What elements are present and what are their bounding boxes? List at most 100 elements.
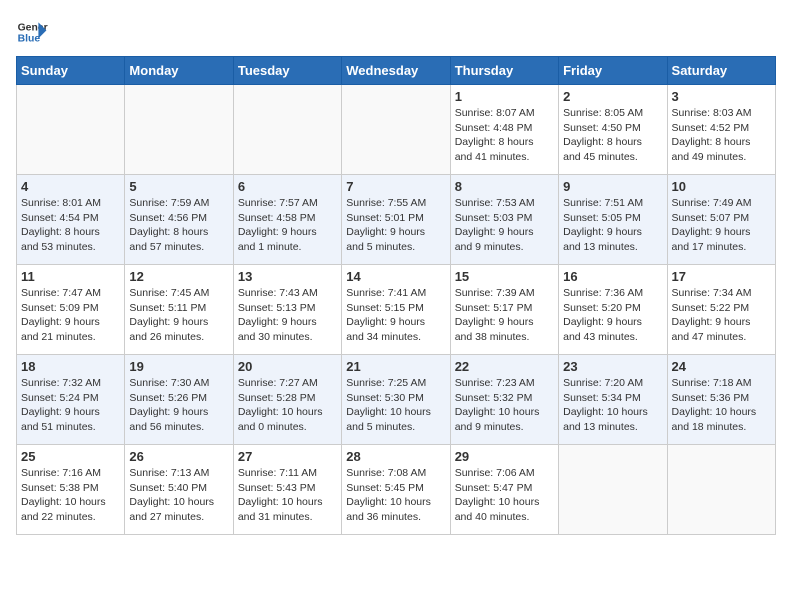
- day-info: Sunrise: 7:27 AM Sunset: 5:28 PM Dayligh…: [238, 376, 337, 435]
- day-number: 28: [346, 449, 445, 464]
- day-info: Sunrise: 7:30 AM Sunset: 5:26 PM Dayligh…: [129, 376, 228, 435]
- calendar-cell: 8 Sunrise: 7:53 AM Sunset: 5:03 PM Daylig…: [450, 175, 558, 265]
- day-info: Sunrise: 7:55 AM Sunset: 5:01 PM Dayligh…: [346, 196, 445, 255]
- day-info: Sunrise: 7:16 AM Sunset: 5:38 PM Dayligh…: [21, 466, 120, 525]
- calendar-cell: 29 Sunrise: 7:06 AM Sunset: 5:47 PM Dayli…: [450, 445, 558, 535]
- calendar-cell: 17 Sunrise: 7:34 AM Sunset: 5:22 PM Dayli…: [667, 265, 775, 355]
- day-number: 26: [129, 449, 228, 464]
- calendar-cell: 18 Sunrise: 7:32 AM Sunset: 5:24 PM Dayli…: [17, 355, 125, 445]
- day-number: 4: [21, 179, 120, 194]
- calendar-cell: 28 Sunrise: 7:08 AM Sunset: 5:45 PM Dayli…: [342, 445, 450, 535]
- logo-icon: General Blue: [16, 16, 48, 48]
- day-number: 23: [563, 359, 662, 374]
- calendar-cell: 20 Sunrise: 7:27 AM Sunset: 5:28 PM Dayli…: [233, 355, 341, 445]
- day-info: Sunrise: 7:13 AM Sunset: 5:40 PM Dayligh…: [129, 466, 228, 525]
- day-number: 7: [346, 179, 445, 194]
- calendar-cell: 5 Sunrise: 7:59 AM Sunset: 4:56 PM Daylig…: [125, 175, 233, 265]
- calendar-cell: [667, 445, 775, 535]
- day-number: 3: [672, 89, 771, 104]
- day-number: 15: [455, 269, 554, 284]
- day-info: Sunrise: 7:06 AM Sunset: 5:47 PM Dayligh…: [455, 466, 554, 525]
- weekday-header: Wednesday: [342, 57, 450, 85]
- calendar-cell: 27Sunrise: 7:11 AM Sunset: 5:43 PM Dayli…: [233, 445, 341, 535]
- day-info: Sunrise: 7:39 AM Sunset: 5:17 PM Dayligh…: [455, 286, 554, 345]
- logo: General Blue: [16, 16, 48, 48]
- calendar-cell: 19Sunrise: 7:30 AM Sunset: 5:26 PM Dayli…: [125, 355, 233, 445]
- calendar-cell: 24Sunrise: 7:18 AM Sunset: 5:36 PM Dayli…: [667, 355, 775, 445]
- day-info: Sunrise: 7:23 AM Sunset: 5:32 PM Dayligh…: [455, 376, 554, 435]
- day-info: Sunrise: 7:43 AM Sunset: 5:13 PM Dayligh…: [238, 286, 337, 345]
- calendar-cell: [559, 445, 667, 535]
- day-number: 5: [129, 179, 228, 194]
- calendar-table: SundayMondayTuesdayWednesdayThursdayFrid…: [16, 56, 776, 535]
- day-info: Sunrise: 8:05 AM Sunset: 4:50 PM Dayligh…: [563, 106, 662, 165]
- calendar-cell: [125, 85, 233, 175]
- calendar-cell: 22 Sunrise: 7:23 AM Sunset: 5:32 PM Dayli…: [450, 355, 558, 445]
- day-info: Sunrise: 7:53 AM Sunset: 5:03 PM Dayligh…: [455, 196, 554, 255]
- calendar-week-row: 25 Sunrise: 7:16 AM Sunset: 5:38 PM Dayli…: [17, 445, 776, 535]
- calendar-week-row: 1 Sunrise: 8:07 AM Sunset: 4:48 PM Daylig…: [17, 85, 776, 175]
- calendar-cell: 4Sunrise: 8:01 AM Sunset: 4:54 PM Daylig…: [17, 175, 125, 265]
- day-number: 14: [346, 269, 445, 284]
- day-number: 8: [455, 179, 554, 194]
- calendar-cell: 10 Sunrise: 7:49 AM Sunset: 5:07 PM Dayli…: [667, 175, 775, 265]
- day-number: 22: [455, 359, 554, 374]
- day-number: 11: [21, 269, 120, 284]
- weekday-header: Sunday: [17, 57, 125, 85]
- calendar-cell: 11 Sunrise: 7:47 AM Sunset: 5:09 PM Dayli…: [17, 265, 125, 355]
- day-info: Sunrise: 7:59 AM Sunset: 4:56 PM Dayligh…: [129, 196, 228, 255]
- day-number: 16: [563, 269, 662, 284]
- day-number: 27: [238, 449, 337, 464]
- calendar-cell: 12 Sunrise: 7:45 AM Sunset: 5:11 PM Dayli…: [125, 265, 233, 355]
- day-number: 13: [238, 269, 337, 284]
- day-number: 21: [346, 359, 445, 374]
- day-info: Sunrise: 7:32 AM Sunset: 5:24 PM Dayligh…: [21, 376, 120, 435]
- calendar-cell: 6 Sunrise: 7:57 AM Sunset: 4:58 PM Daylig…: [233, 175, 341, 265]
- day-info: Sunrise: 7:41 AM Sunset: 5:15 PM Dayligh…: [346, 286, 445, 345]
- day-info: Sunrise: 7:20 AM Sunset: 5:34 PM Dayligh…: [563, 376, 662, 435]
- day-info: Sunrise: 7:34 AM Sunset: 5:22 PM Dayligh…: [672, 286, 771, 345]
- page-header: General Blue: [16, 16, 776, 48]
- calendar-cell: 14 Sunrise: 7:41 AM Sunset: 5:15 PM Dayli…: [342, 265, 450, 355]
- weekday-header: Saturday: [667, 57, 775, 85]
- day-number: 6: [238, 179, 337, 194]
- calendar-cell: 15 Sunrise: 7:39 AM Sunset: 5:17 PM Dayli…: [450, 265, 558, 355]
- day-number: 25: [21, 449, 120, 464]
- day-number: 17: [672, 269, 771, 284]
- calendar-cell: 7 Sunrise: 7:55 AM Sunset: 5:01 PM Daylig…: [342, 175, 450, 265]
- calendar-week-row: 11 Sunrise: 7:47 AM Sunset: 5:09 PM Dayli…: [17, 265, 776, 355]
- day-number: 18: [21, 359, 120, 374]
- weekday-header: Thursday: [450, 57, 558, 85]
- calendar-cell: [233, 85, 341, 175]
- day-number: 10: [672, 179, 771, 194]
- weekday-header: Friday: [559, 57, 667, 85]
- day-info: Sunrise: 8:07 AM Sunset: 4:48 PM Dayligh…: [455, 106, 554, 165]
- calendar-cell: 13 Sunrise: 7:43 AM Sunset: 5:13 PM Dayli…: [233, 265, 341, 355]
- calendar-cell: 23 Sunrise: 7:20 AM Sunset: 5:34 PM Dayli…: [559, 355, 667, 445]
- day-number: 12: [129, 269, 228, 284]
- day-info: Sunrise: 7:08 AM Sunset: 5:45 PM Dayligh…: [346, 466, 445, 525]
- day-info: Sunrise: 7:57 AM Sunset: 4:58 PM Dayligh…: [238, 196, 337, 255]
- day-info: Sunrise: 7:47 AM Sunset: 5:09 PM Dayligh…: [21, 286, 120, 345]
- calendar-cell: 9Sunrise: 7:51 AM Sunset: 5:05 PM Daylig…: [559, 175, 667, 265]
- svg-text:Blue: Blue: [18, 34, 41, 45]
- calendar-cell: 1 Sunrise: 8:07 AM Sunset: 4:48 PM Daylig…: [450, 85, 558, 175]
- calendar-cell: 16 Sunrise: 7:36 AM Sunset: 5:20 PM Dayli…: [559, 265, 667, 355]
- weekday-header: Monday: [125, 57, 233, 85]
- day-number: 2: [563, 89, 662, 104]
- calendar-week-row: 4Sunrise: 8:01 AM Sunset: 4:54 PM Daylig…: [17, 175, 776, 265]
- calendar-week-row: 18 Sunrise: 7:32 AM Sunset: 5:24 PM Dayli…: [17, 355, 776, 445]
- calendar-cell: 3 Sunrise: 8:03 AM Sunset: 4:52 PM Daylig…: [667, 85, 775, 175]
- day-info: Sunrise: 7:45 AM Sunset: 5:11 PM Dayligh…: [129, 286, 228, 345]
- day-info: Sunrise: 7:49 AM Sunset: 5:07 PM Dayligh…: [672, 196, 771, 255]
- calendar-cell: 21 Sunrise: 7:25 AM Sunset: 5:30 PM Dayli…: [342, 355, 450, 445]
- calendar-cell: 26 Sunrise: 7:13 AM Sunset: 5:40 PM Dayli…: [125, 445, 233, 535]
- day-info: Sunrise: 8:03 AM Sunset: 4:52 PM Dayligh…: [672, 106, 771, 165]
- calendar-cell: 25 Sunrise: 7:16 AM Sunset: 5:38 PM Dayli…: [17, 445, 125, 535]
- day-number: 29: [455, 449, 554, 464]
- day-number: 1: [455, 89, 554, 104]
- day-number: 20: [238, 359, 337, 374]
- day-number: 24: [672, 359, 771, 374]
- day-info: Sunrise: 7:25 AM Sunset: 5:30 PM Dayligh…: [346, 376, 445, 435]
- day-info: Sunrise: 7:36 AM Sunset: 5:20 PM Dayligh…: [563, 286, 662, 345]
